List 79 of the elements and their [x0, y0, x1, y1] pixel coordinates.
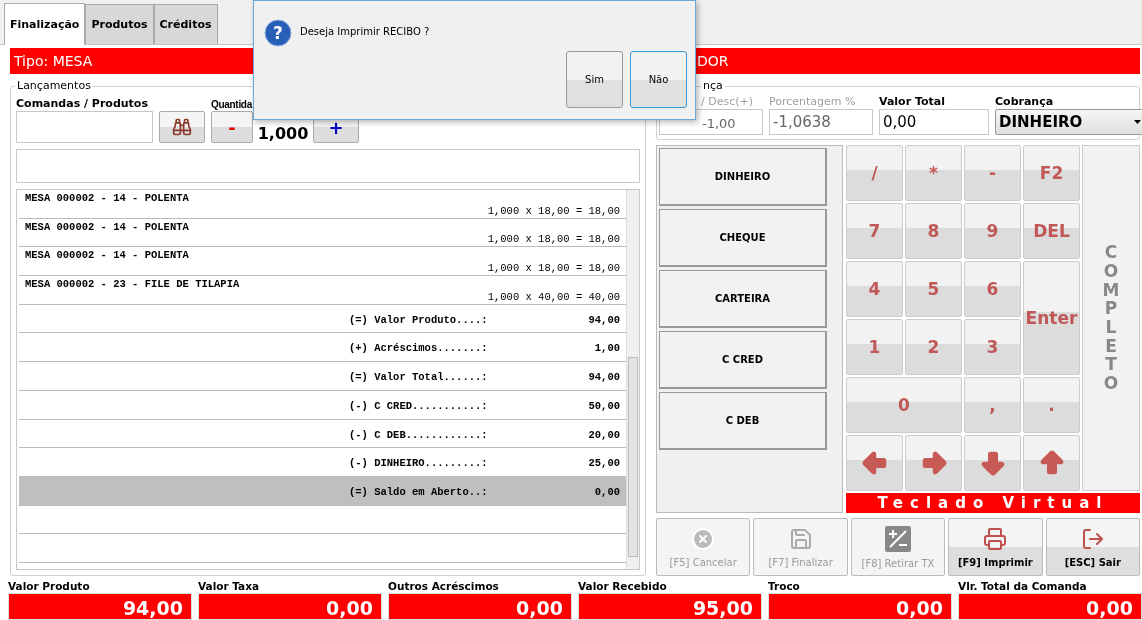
- keypad-key[interactable]: 7: [846, 203, 903, 259]
- payment-button[interactable]: CARTEIRA: [659, 270, 827, 328]
- summary-value: 94,00: [588, 371, 620, 384]
- summary-label: (=) Valor Total......:: [349, 371, 488, 384]
- keypad-key[interactable]: *: [905, 145, 962, 201]
- exit-icon: [1080, 526, 1105, 551]
- total-value: 0,00: [388, 593, 572, 620]
- header-label: DOR: [696, 53, 730, 69]
- summary-label: (-) C CRED...........:: [349, 399, 488, 412]
- field-label: Valor Total: [879, 95, 946, 108]
- keyboard-caption: Teclado Virtual: [846, 493, 1140, 513]
- summary-label: (+) Acréscimos.......:: [349, 342, 488, 355]
- payment-button[interactable]: C CRED: [659, 331, 827, 389]
- product-input[interactable]: [16, 111, 153, 143]
- summary-row[interactable]: (=) Saldo em Aberto..: 0,00: [19, 476, 626, 506]
- arrow-key[interactable]: [846, 435, 903, 491]
- payment-button[interactable]: CHEQUE: [659, 209, 827, 267]
- charge-select[interactable]: DINHEIRO: [995, 109, 1142, 135]
- field-label: Porcentagem %: [769, 95, 857, 108]
- summary-value: 94,00: [588, 313, 620, 326]
- field-label: Cobrança: [995, 95, 1055, 108]
- tab[interactable]: Produtos: [85, 4, 154, 44]
- summary-value: 50,00: [588, 399, 620, 412]
- item-title: MESA 000002 - 14 - POLENTA: [25, 192, 189, 204]
- total-label: Valor Produto: [8, 580, 91, 592]
- question-icon: ?: [264, 19, 292, 47]
- arrow-key[interactable]: [905, 435, 962, 491]
- cancel-icon: [691, 526, 716, 551]
- arrow-key[interactable]: [1023, 435, 1080, 491]
- dialog-button[interactable]: Não: [630, 51, 687, 108]
- floppy-icon: [788, 526, 813, 551]
- field-label: Comandas / Produtos: [16, 97, 149, 110]
- type-label: Tipo: MESA: [13, 53, 94, 69]
- summary-label: (-) C DEB............:: [349, 428, 488, 441]
- item-calc: 1,000 x 18,00 = 18,00: [487, 233, 620, 246]
- total-label: Troco: [768, 580, 801, 592]
- dialog-message: Deseja Imprimir RECIBO ?: [300, 26, 430, 37]
- total-label: Valor Recebido: [578, 580, 668, 592]
- summary-label: (=) Saldo em Aberto..:: [349, 485, 488, 498]
- field-label: Quantida: [211, 99, 254, 110]
- dropdown-icon: [1134, 120, 1141, 124]
- summary-value: 20,00: [588, 428, 620, 441]
- binoculars-icon: [172, 117, 192, 137]
- arrow-key[interactable]: [964, 435, 1021, 491]
- plus-minus-icon: [885, 525, 911, 552]
- summary-value: 0,00: [594, 485, 620, 498]
- dialog-button[interactable]: Sim: [566, 51, 623, 108]
- description-field[interactable]: [16, 149, 640, 183]
- tab[interactable]: Finalização: [4, 3, 86, 45]
- total-value: 0,00: [958, 593, 1142, 620]
- item-calc: 1,000 x 18,00 = 18,00: [487, 204, 620, 217]
- total-value: 0,00: [198, 593, 382, 620]
- summary-value: 1,00: [594, 342, 620, 355]
- item-title: MESA 000002 - 23 - FILE DE TILAPIA: [25, 278, 240, 291]
- value-input[interactable]: 0,00: [879, 109, 989, 135]
- panel-title: Lançamentos: [15, 79, 93, 92]
- item-title: MESA 000002 - 14 - POLENTA: [25, 249, 189, 262]
- action-button[interactable]: [F9] Imprimir: [948, 518, 1043, 576]
- total-value: 94,00: [8, 593, 192, 620]
- tab[interactable]: Créditos: [153, 4, 218, 44]
- quantity-value: 1,000: [256, 124, 310, 143]
- payment-button[interactable]: C DEB: [659, 392, 827, 450]
- total-label: Vlr. Total da Comanda: [958, 580, 1088, 592]
- scrollbar[interactable]: [626, 190, 639, 569]
- item-calc: 1,000 x 40,00 = 40,00: [487, 290, 620, 303]
- payment-button[interactable]: DINHEIRO: [659, 148, 827, 206]
- total-label: Outros Acréscimos: [388, 580, 500, 592]
- total-label: Valor Taxa: [198, 580, 261, 592]
- search-button[interactable]: [159, 111, 205, 143]
- summary-label: (-) DINHEIRO.........:: [349, 457, 488, 470]
- action-button[interactable]: [ESC] Sair: [1045, 518, 1140, 576]
- summary-value: 25,00: [588, 457, 620, 470]
- total-value: 95,00: [578, 593, 762, 620]
- summary-label: (=) Valor Produto....:: [349, 313, 488, 326]
- total-value: 0,00: [768, 593, 952, 620]
- item-title: MESA 000002 - 14 - POLENTA: [25, 220, 189, 233]
- printer-icon: [983, 526, 1008, 551]
- field-label: / Desc(+): [700, 95, 755, 108]
- item-calc: 1,000 x 18,00 = 18,00: [487, 262, 620, 275]
